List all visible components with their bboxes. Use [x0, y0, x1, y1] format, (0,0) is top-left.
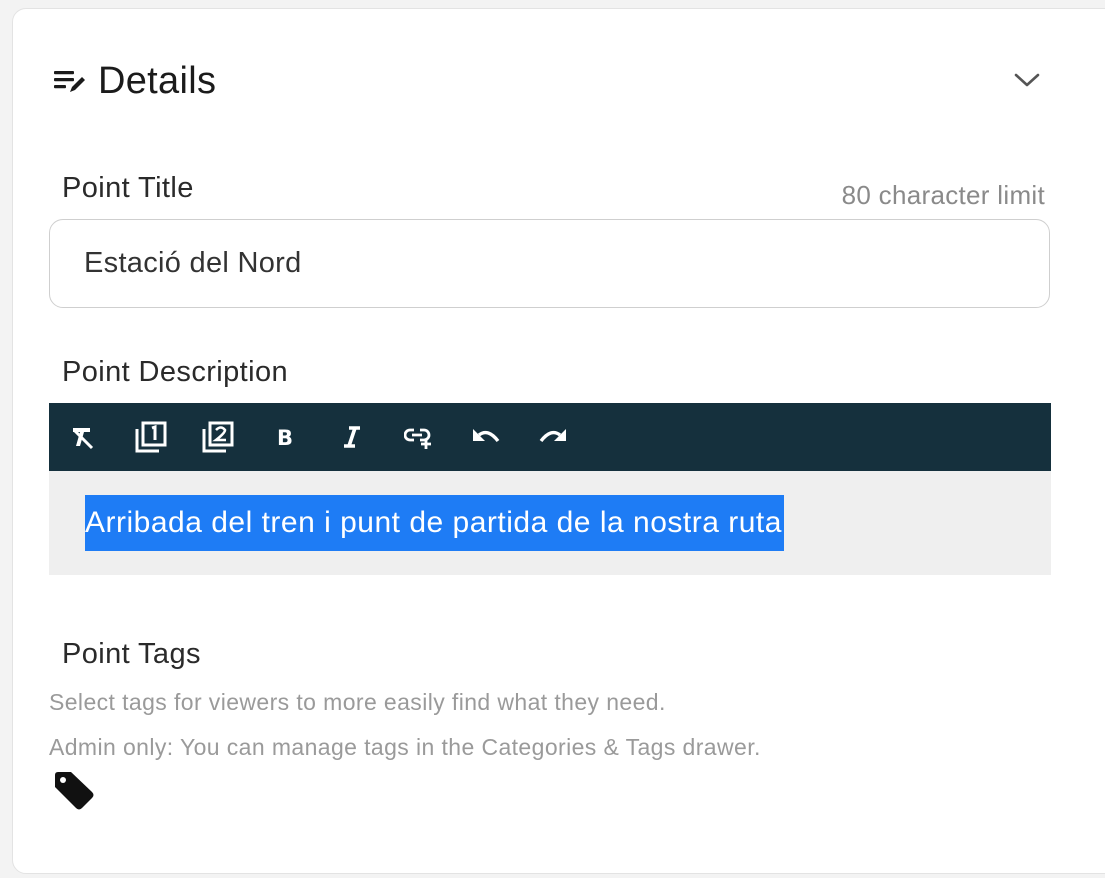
ordered-list-2-icon[interactable]: [198, 417, 238, 457]
tags-help-text: Select tags for viewers to more easily f…: [49, 689, 666, 715]
description-text: Arribada del tren i punt de partida de l…: [85, 495, 784, 551]
undo-icon[interactable]: [466, 417, 506, 457]
description-editor[interactable]: Arribada del tren i punt de partida de l…: [49, 471, 1051, 575]
tags-admin-note: Admin only: You can manage tags in the C…: [49, 734, 761, 760]
point-description-label: Point Description: [62, 356, 289, 388]
point-title-input[interactable]: [49, 219, 1050, 308]
point-tags-label: Point Tags: [62, 638, 201, 670]
point-title-label: Point Title: [62, 172, 194, 204]
editor-toolbar: B: [49, 403, 1051, 471]
edit-note-icon: [54, 71, 85, 92]
chevron-down-icon[interactable]: [1012, 68, 1042, 92]
svg-text:B: B: [277, 426, 293, 449]
character-limit-hint: 80 character limit: [841, 180, 1045, 210]
details-title: Details: [98, 59, 217, 102]
details-header[interactable]: Details: [52, 56, 216, 106]
link-icon[interactable]: [399, 417, 439, 457]
clear-format-icon[interactable]: [64, 417, 104, 457]
ordered-list-1-icon[interactable]: [131, 417, 171, 457]
bold-icon[interactable]: B: [265, 417, 305, 457]
redo-icon[interactable]: [533, 417, 573, 457]
tag-icon[interactable]: [52, 770, 96, 812]
italic-icon[interactable]: [332, 417, 372, 457]
